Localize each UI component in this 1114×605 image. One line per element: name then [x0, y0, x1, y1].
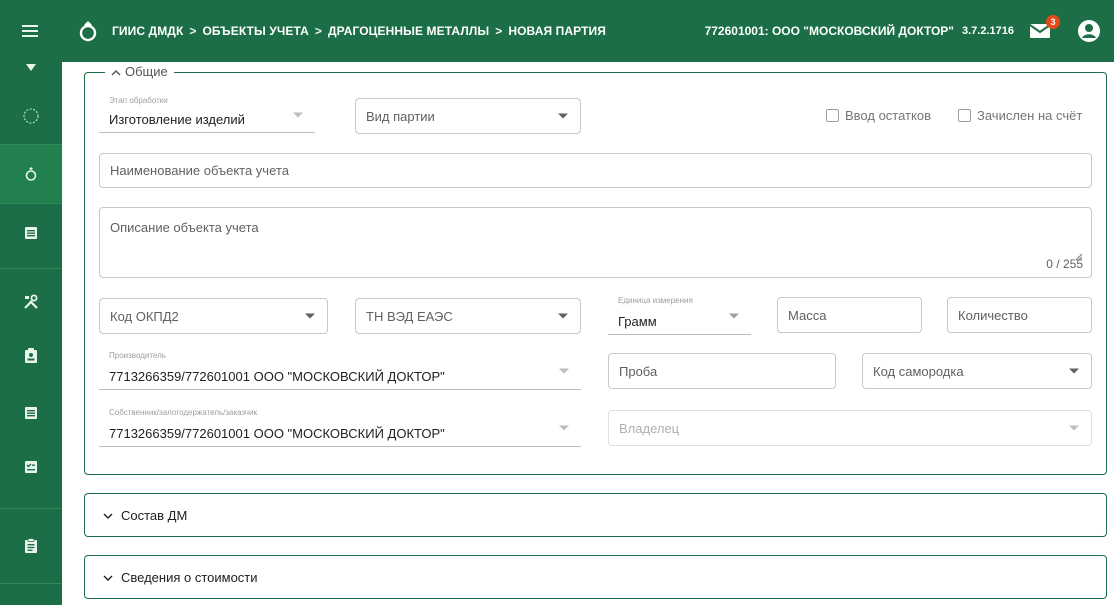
- clipboard-icon[interactable]: [0, 528, 62, 564]
- cost-section-toggle[interactable]: Сведения о стоимости: [84, 555, 1107, 599]
- chevron-down-icon: [559, 368, 569, 373]
- tools-icon[interactable]: [0, 284, 62, 320]
- sidebar: [0, 62, 62, 605]
- checklist-icon[interactable]: [0, 449, 62, 485]
- balance-entry-label: Ввод остатков: [845, 108, 931, 123]
- processing-stage-label: Этап обработки: [109, 96, 168, 105]
- app-version: 3.7.2.1716: [962, 25, 1014, 37]
- chevron-up-icon: [111, 64, 121, 79]
- general-section-toggle[interactable]: Общие: [105, 64, 174, 79]
- resize-handle-icon[interactable]: [1075, 249, 1083, 261]
- balance-entry-checkbox[interactable]: Ввод остатков: [826, 108, 931, 123]
- chevron-down-icon: [558, 313, 568, 319]
- mass-placeholder: Масса: [788, 307, 827, 323]
- general-section-title: Общие: [125, 64, 168, 79]
- tnved-select[interactable]: ТН ВЭД ЕАЭС: [355, 298, 581, 334]
- batch-type-placeholder: Вид партии: [366, 108, 435, 124]
- notification-badge: 3: [1046, 15, 1060, 29]
- object-name-placeholder: Наименование объекта учета: [110, 163, 289, 178]
- composition-section-title: Состав ДМ: [121, 507, 188, 523]
- tnved-placeholder: ТН ВЭД ЕАЭС: [366, 308, 453, 324]
- breadcrumb-separator: >: [495, 24, 503, 38]
- general-section: Общие Этап обработки Изготовление издели…: [84, 64, 1107, 475]
- nugget-code-placeholder: Код самородка: [873, 363, 964, 379]
- checkbox-icon[interactable]: [826, 109, 839, 122]
- organization-name[interactable]: 772601001: ООО "МОСКОВСКИЙ ДОКТОР": [705, 24, 954, 38]
- owner-placeholder: Владелец: [619, 420, 680, 436]
- chevron-down-icon: [103, 508, 113, 523]
- nugget-code-select[interactable]: Код самородка: [862, 353, 1092, 389]
- character-counter: 0 / 255: [1046, 257, 1083, 271]
- assay-placeholder: Проба: [619, 363, 658, 379]
- owner-customer-value: 7713266359/772601001 ООО "МОСКОВСКИЙ ДОК…: [109, 426, 445, 441]
- breadcrumb: ГИИС ДМДК > ОБЪЕКТЫ УЧЕТА > ДРАГОЦЕННЫЕ …: [112, 24, 606, 38]
- chevron-down-icon: [293, 112, 303, 117]
- main-content: Общие Этап обработки Изготовление издели…: [62, 62, 1114, 605]
- okpd2-placeholder: Код ОКПД2: [110, 308, 179, 324]
- object-name-input[interactable]: Наименование объекта учета: [99, 153, 1092, 188]
- checkbox-icon[interactable]: [958, 109, 971, 122]
- assay-input[interactable]: Проба: [608, 353, 836, 389]
- breadcrumb-separator: >: [314, 24, 323, 38]
- ring-icon[interactable]: [0, 145, 62, 203]
- owner-customer-select[interactable]: Собственник/залогодержатель/заказчик 771…: [99, 408, 581, 447]
- unit-label: Единица измерения: [618, 296, 693, 305]
- object-description-placeholder: Описание объекта учета: [110, 220, 259, 235]
- object-description-textarea[interactable]: Описание объекта учета 0 / 255: [99, 207, 1092, 278]
- credited-label: Зачислен на счёт: [977, 108, 1083, 123]
- breadcrumb-item-home[interactable]: ГИИС ДМДК: [112, 24, 183, 38]
- manufacturer-label: Производитель: [109, 351, 166, 360]
- credited-checkbox[interactable]: Зачислен на счёт: [958, 108, 1082, 123]
- manufacturer-value: 7713266359/772601001 ООО "МОСКОВСКИЙ ДОК…: [109, 369, 445, 384]
- download-icon[interactable]: [0, 62, 62, 76]
- chevron-down-icon: [1069, 425, 1079, 431]
- chevron-down-icon: [103, 570, 113, 585]
- breadcrumb-item-precious-metals[interactable]: ДРАГОЦЕННЫЕ МЕТАЛЛЫ: [328, 24, 489, 38]
- cost-section-title: Сведения о стоимости: [121, 569, 258, 585]
- processing-stage-value: Изготовление изделий: [109, 112, 245, 127]
- mass-input[interactable]: Масса: [777, 297, 922, 333]
- menu-icon[interactable]: [0, 0, 62, 62]
- chevron-down-icon: [729, 313, 739, 318]
- manufacturer-select[interactable]: Производитель 7713266359/772601001 ООО "…: [99, 351, 581, 390]
- list-icon[interactable]: [0, 204, 62, 262]
- document-list-icon[interactable]: [0, 395, 62, 431]
- circle-outline-icon[interactable]: [0, 98, 62, 134]
- breadcrumb-separator: >: [189, 24, 197, 38]
- unit-value: Грамм: [618, 314, 657, 329]
- chevron-down-icon: [559, 425, 569, 430]
- batch-type-select[interactable]: Вид партии: [355, 98, 581, 134]
- owner-select[interactable]: Владелец: [608, 410, 1092, 446]
- mail-icon[interactable]: 3: [1028, 15, 1060, 43]
- owner-customer-label: Собственник/залогодержатель/заказчик: [109, 408, 258, 417]
- unit-select[interactable]: Единица измерения Грамм: [608, 296, 751, 335]
- app-logo-icon[interactable]: [76, 18, 102, 44]
- badge-icon[interactable]: [0, 338, 62, 374]
- chevron-down-icon: [558, 113, 568, 119]
- account-icon[interactable]: [1076, 18, 1102, 44]
- okpd2-select[interactable]: Код ОКПД2: [99, 298, 328, 334]
- breadcrumb-item-new-batch: НОВАЯ ПАРТИЯ: [508, 24, 606, 38]
- chevron-down-icon: [305, 313, 315, 319]
- processing-stage-select[interactable]: Этап обработки Изготовление изделий: [99, 96, 315, 133]
- top-app-bar: ГИИС ДМДК > ОБЪЕКТЫ УЧЕТА > ДРАГОЦЕННЫЕ …: [0, 0, 1114, 62]
- breadcrumb-item-accounting-objects[interactable]: ОБЪЕКТЫ УЧЕТА: [202, 24, 308, 38]
- composition-section-toggle[interactable]: Состав ДМ: [84, 493, 1107, 537]
- quantity-placeholder: Количество: [958, 307, 1028, 323]
- quantity-input[interactable]: Количество: [947, 297, 1092, 333]
- chevron-down-icon: [1069, 368, 1079, 374]
